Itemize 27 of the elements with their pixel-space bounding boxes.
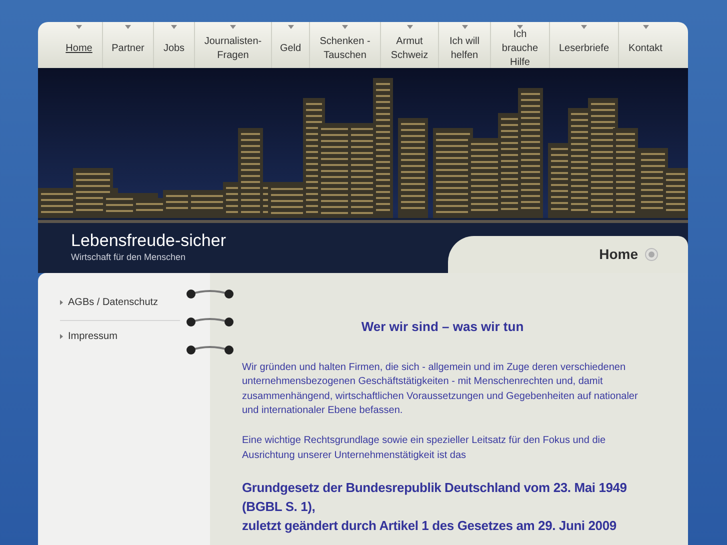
site-title[interactable]: Lebensfreude-sicher bbox=[71, 228, 226, 254]
caret-icon bbox=[76, 25, 82, 29]
caret-icon bbox=[406, 25, 412, 29]
caret-icon bbox=[462, 25, 468, 29]
sidebar-link[interactable]: AGBs / Datenschutz bbox=[60, 287, 180, 320]
circle-icon bbox=[645, 248, 658, 261]
caret-icon bbox=[642, 25, 648, 29]
caret-icon bbox=[230, 25, 236, 29]
binder-ring-drawing bbox=[186, 287, 234, 301]
body-paragraph: Eine wichtige Rechtsgrundlage sowie ein spezieller Leitsatz für den Fokus und die Ausrichtung unserer Unternehmenstätigkeit ist das bbox=[242, 434, 607, 463]
caret-icon bbox=[125, 25, 131, 29]
nav-link[interactable]: Home bbox=[56, 22, 102, 68]
bullet-icon bbox=[60, 300, 63, 305]
caret-icon bbox=[288, 25, 294, 29]
caret-icon bbox=[342, 25, 348, 29]
site-tagline: Wirtschaft für den Menschen bbox=[71, 251, 186, 264]
binder-ring-drawing bbox=[186, 315, 234, 329]
sidebar-link[interactable]: Impressum bbox=[60, 320, 180, 354]
content-heading: Wer wir sind – was wir tun bbox=[360, 319, 525, 335]
caret-icon bbox=[171, 25, 177, 29]
body-paragraph: Wir gründen und halten Firmen, die sich - allgemein und im Zuge deren verschiedenen unternehmensbezogenen Geschäftstätigkeiten - mit Menschenrechten und, damit zusammenhängend, wirtschaftlichen Voraussetzungen und Gegebenheiten auf nationaler und internationaler Ebene befassen. bbox=[242, 360, 639, 418]
binder-ring-drawing bbox=[186, 343, 234, 357]
bullet-icon bbox=[60, 334, 63, 339]
law-title: zuletzt geändert durch Artikel 1 des Gesetzes am 29. Juni 2009 bbox=[242, 517, 618, 536]
caret-icon bbox=[517, 25, 523, 29]
caret-icon bbox=[581, 25, 587, 29]
page-tab-title: Home bbox=[599, 245, 638, 264]
